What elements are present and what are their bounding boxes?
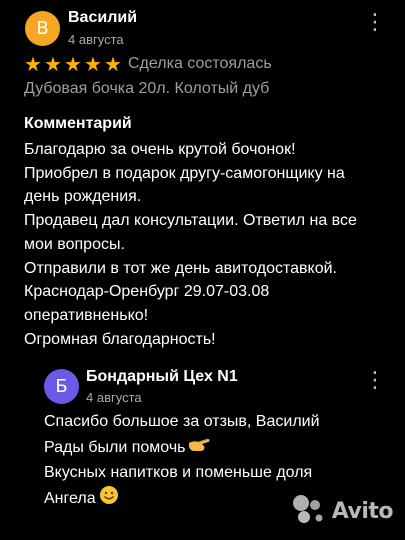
comment-line: Краснодар-Оренбург 29.07-03.08 [24, 283, 270, 301]
reply-line-text: Ангела [44, 490, 96, 508]
reply-line: Спасибо большое за отзыв, Василий [44, 413, 320, 430]
review-author-name[interactable]: Василий [68, 9, 137, 27]
comment-line: Отправили в тот же день авитодоставкой. [24, 259, 337, 277]
comment-line: Огромная благодарность! [24, 330, 216, 348]
reply-date: 4 августа [86, 390, 142, 405]
comment-line: день рождения. [24, 188, 142, 206]
avito-watermark: Avito [292, 494, 394, 529]
star-icon: ★ [64, 52, 82, 76]
comment-line: оперативненько! [24, 306, 149, 324]
reply-more-options-icon[interactable]: ⋮ [364, 369, 386, 391]
rating-stars: ★ ★ ★ ★ ★ [24, 52, 122, 76]
comment-heading: Комментарий [24, 115, 132, 132]
watermark-text: Avito [331, 499, 394, 524]
reply-line: Вкусных напитков и поменьше доля [44, 464, 313, 482]
avito-logo-icon [292, 494, 326, 529]
comment-line: Приобрел в подарок другу-самогонщику на [24, 164, 345, 182]
seller-avatar[interactable]: Б [44, 369, 79, 404]
comment-line: Благодарю за очень крутой бочонок! [24, 141, 296, 158]
star-icon: ★ [104, 52, 122, 76]
product-title[interactable]: Дубовая бочка 20л. Колотый дуб [24, 80, 269, 98]
more-options-icon[interactable]: ⋮ [364, 11, 386, 33]
avatar-letter: В [36, 18, 49, 39]
deal-status: Сделка состоялась [128, 55, 272, 72]
reply-line-text: Рады были помочь [44, 438, 186, 456]
comment-text: Благодарю за очень крутой бочонок! Приоб… [24, 138, 399, 351]
pointing-hand-emoji-icon [188, 434, 210, 462]
comment-line: Продавец дал консультации. Ответил на вс… [24, 212, 357, 230]
star-icon: ★ [44, 52, 62, 76]
smiling-face-emoji-icon [99, 485, 119, 513]
review-date: 4 августа [68, 32, 124, 47]
seller-name[interactable]: Бондарный Цех N1 [86, 368, 238, 386]
star-icon: ★ [24, 52, 42, 76]
avatar-letter: Б [55, 376, 68, 397]
avatar[interactable]: В [25, 11, 60, 46]
reply-line: Рады были помочь [44, 434, 394, 462]
star-icon: ★ [84, 52, 102, 76]
comment-line: мои вопросы. [24, 235, 125, 253]
